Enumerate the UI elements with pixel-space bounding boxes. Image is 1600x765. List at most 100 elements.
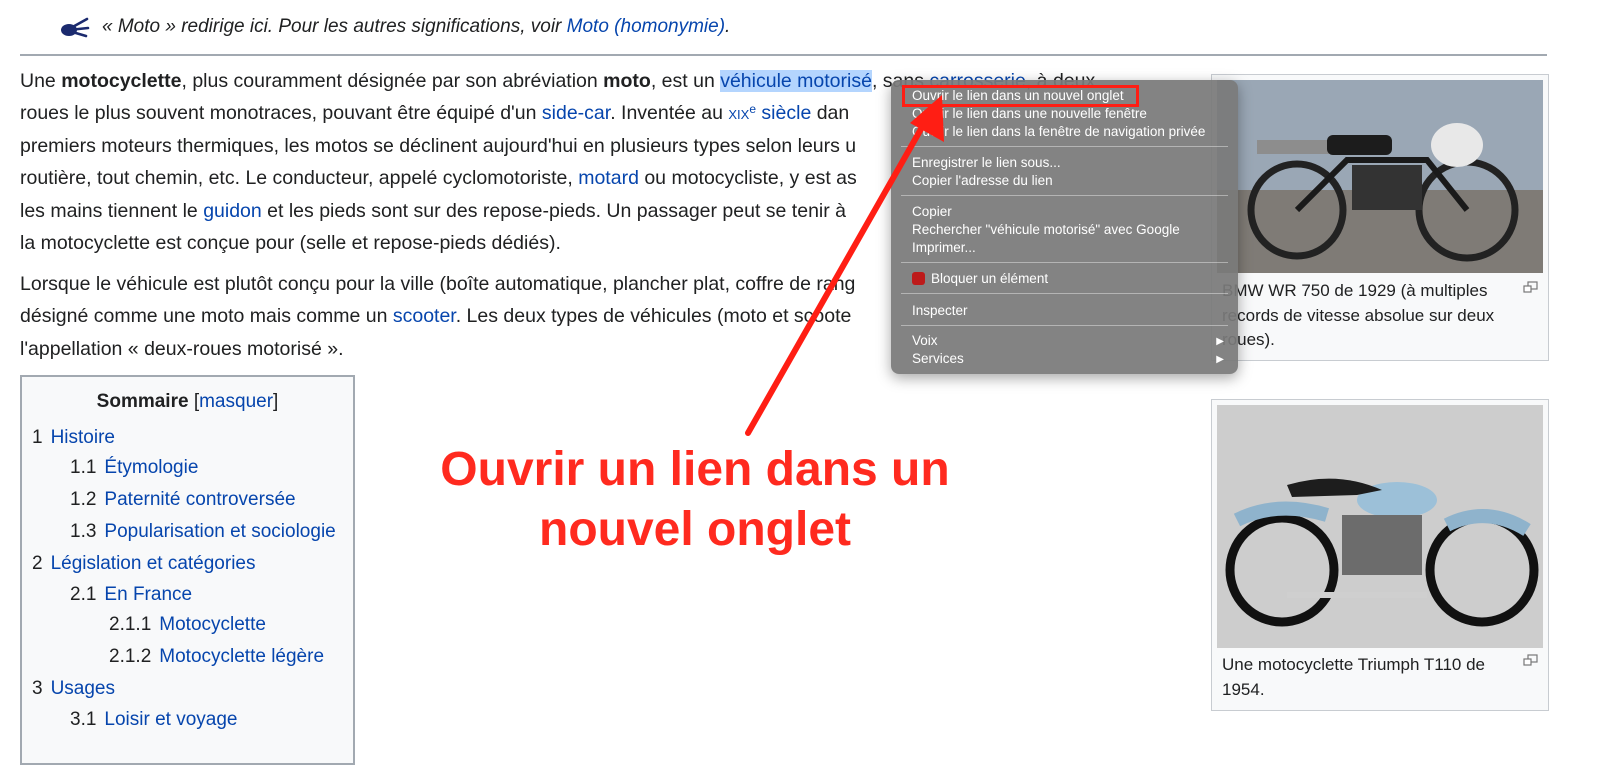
bold-term: motocyclette [61, 70, 182, 92]
menu-separator [901, 146, 1228, 147]
triumph-motorcycle-image[interactable] [1217, 405, 1543, 648]
menu-separator [901, 195, 1228, 196]
toc-item[interactable]: 2.1 En France [70, 584, 192, 606]
menu-item-open-private-window[interactable]: Ouvrir le lien dans la fenêtre de naviga… [912, 124, 1205, 139]
menu-item-open-new-window[interactable]: Ouvrir le lien dans une nouvelle fenêtre [912, 106, 1147, 121]
menu-item-copy[interactable]: Copier [912, 204, 952, 219]
toc-number: 3 [32, 678, 43, 699]
annotation-text: Ouvrir un lien dans un nouvel onglet [400, 440, 990, 560]
submenu-arrow-icon: ▶ [1216, 354, 1224, 365]
toc-item[interactable]: 2 Législation et catégories [32, 553, 256, 575]
bmw-motorcycle-image[interactable] [1217, 80, 1543, 273]
toc-item[interactable]: 3.1 Loisir et voyage [70, 709, 238, 731]
toc-link[interactable]: Usages [51, 678, 115, 699]
text: , est un [650, 70, 721, 92]
text: , plus couramment désignée par son abrév… [181, 70, 604, 92]
toc-link[interactable]: Histoire [51, 427, 115, 448]
toc-number: 1 [32, 427, 43, 448]
toc-link[interactable]: Motocyclette [159, 614, 266, 635]
toc-item[interactable]: 1.2 Paternité controversée [70, 489, 296, 511]
ublock-icon [912, 272, 925, 285]
toc-number: 2.1.2 [109, 646, 152, 667]
toc-item[interactable]: 1.1 Étymologie [70, 457, 198, 479]
table-of-contents: Sommaire [masquer] 1 Histoire 1.1 Étymolog… [20, 375, 355, 765]
text: dan [811, 102, 850, 125]
toc-heading: Sommaire [96, 391, 189, 412]
annotation-line: Ouvrir un lien dans un [440, 443, 950, 496]
toc-item[interactable]: 2.1.1 Motocyclette [109, 614, 266, 636]
motard-link[interactable]: motard [578, 167, 639, 189]
toc-link[interactable]: Législation et catégories [51, 553, 256, 574]
menu-item-voice[interactable]: Voix [912, 333, 938, 348]
hatnote-prefix: « Moto » redirige ici. Pour les autres s… [102, 16, 567, 37]
homonymie-link[interactable]: Moto (homonymie) [567, 16, 725, 37]
text: les mains tiennent le [20, 199, 204, 222]
toc-link[interactable]: Popularisation et sociologie [104, 521, 335, 542]
thumbnail-bmw: BMW WR 750 de 1929 (à multiples records … [1211, 74, 1549, 361]
text: . Les deux types de véhicules (moto et s… [455, 305, 852, 328]
toc-number: 1.1 [70, 457, 97, 478]
menu-item-save-link[interactable]: Enregistrer le lien sous... [912, 155, 1061, 170]
toc-link[interactable]: Étymologie [104, 457, 198, 478]
menu-item-open-new-tab[interactable]: Ouvrir le lien dans un nouvel onglet [912, 88, 1124, 103]
menu-item-services[interactable]: Services [912, 351, 964, 366]
side-car-link[interactable]: side-car [542, 102, 610, 124]
hatnote: « Moto » redirige ici. Pour les autres s… [60, 12, 730, 42]
menu-separator [901, 293, 1228, 294]
toc-link[interactable]: Paternité controversée [104, 489, 295, 510]
toc-toggle-link[interactable]: masquer [199, 391, 273, 412]
menu-item-search-google[interactable]: Rechercher "véhicule motorisé" avec Goog… [912, 222, 1180, 237]
text: désigné comme une moto mais comme un [20, 305, 393, 328]
text: . Inventée au [610, 102, 729, 125]
bold-term: moto [603, 70, 651, 92]
triumph-caption: Une motocyclette Triumph T110 de 1954. [1222, 655, 1486, 699]
toc-link[interactable]: Motocyclette légère [159, 646, 324, 667]
toc-number: 3.1 [70, 709, 97, 730]
toc-toggle: [masquer] [194, 391, 278, 412]
toc-number: 2.1.1 [109, 614, 152, 635]
toc-item[interactable]: 3 Usages [32, 678, 115, 700]
menu-separator [901, 262, 1228, 263]
menu-item-copy-link[interactable]: Copier l'adresse du lien [912, 173, 1053, 188]
text-line: Lorsque le véhicule est plutôt conçu pou… [20, 273, 856, 295]
annotation-line: nouvel onglet [539, 503, 851, 556]
vehicule-motorise-link[interactable]: véhicule motorisé [720, 70, 872, 92]
context-menu: Ouvrir le lien dans un nouvel onglet Ouv… [891, 80, 1238, 374]
menu-item-label: Bloquer un élément [931, 271, 1049, 286]
toc-link[interactable]: Loisir et voyage [104, 709, 237, 730]
text: ou motocycliste, y est as [638, 167, 857, 190]
thumbnail-triumph: Une motocyclette Triumph T110 de 1954. [1211, 399, 1549, 711]
text: Une [20, 70, 62, 92]
divider [20, 54, 1547, 56]
toc-item[interactable]: 1 Histoire [32, 427, 115, 449]
menu-item-inspect[interactable]: Inspecter [912, 303, 968, 318]
bracket: ] [273, 391, 279, 412]
text-line: l'appellation « deux-roues motorisé ». [20, 337, 344, 360]
text: et les pieds sont sur des repose-pieds. … [261, 199, 846, 222]
siecle-link[interactable]: xixe siècle [728, 102, 811, 124]
hatnote-text: « Moto » redirige ici. Pour les autres s… [102, 16, 730, 38]
hatnote-suffix: . [725, 16, 731, 37]
disambiguation-icon [61, 17, 90, 38]
menu-separator [901, 325, 1228, 326]
toc-number: 1.2 [70, 489, 97, 510]
toc-title: Sommaire [masquer] [22, 391, 353, 413]
bmw-caption: BMW WR 750 de 1929 (à multiples records … [1222, 281, 1495, 349]
menu-item-print[interactable]: Imprimer... [912, 240, 976, 255]
submenu-arrow-icon: ▶ [1216, 336, 1224, 347]
scooter-link[interactable]: scooter [393, 305, 456, 327]
text: routière, tout chemin, etc. Le conducteu… [20, 167, 579, 190]
scooter-paragraph: Lorsque le véhicule est plutôt conçu pou… [20, 268, 855, 365]
guidon-link[interactable]: guidon [203, 200, 262, 222]
century-suffix: e [749, 102, 757, 117]
century-numeral: xix [728, 103, 750, 124]
toc-link[interactable]: En France [104, 584, 192, 605]
text: roues le plus souvent monotraces, pouvan… [20, 102, 542, 125]
toc-item[interactable]: 1.3 Popularisation et sociologie [70, 521, 336, 543]
menu-item-block-element[interactable]: Bloquer un élément [912, 271, 1048, 286]
enlarge-icon[interactable] [1523, 654, 1538, 666]
siecle-text: siècle [756, 102, 812, 125]
toc-item[interactable]: 2.1.2 Motocyclette légère [109, 646, 324, 668]
toc-number: 1.3 [70, 521, 97, 542]
enlarge-icon[interactable] [1523, 281, 1538, 293]
